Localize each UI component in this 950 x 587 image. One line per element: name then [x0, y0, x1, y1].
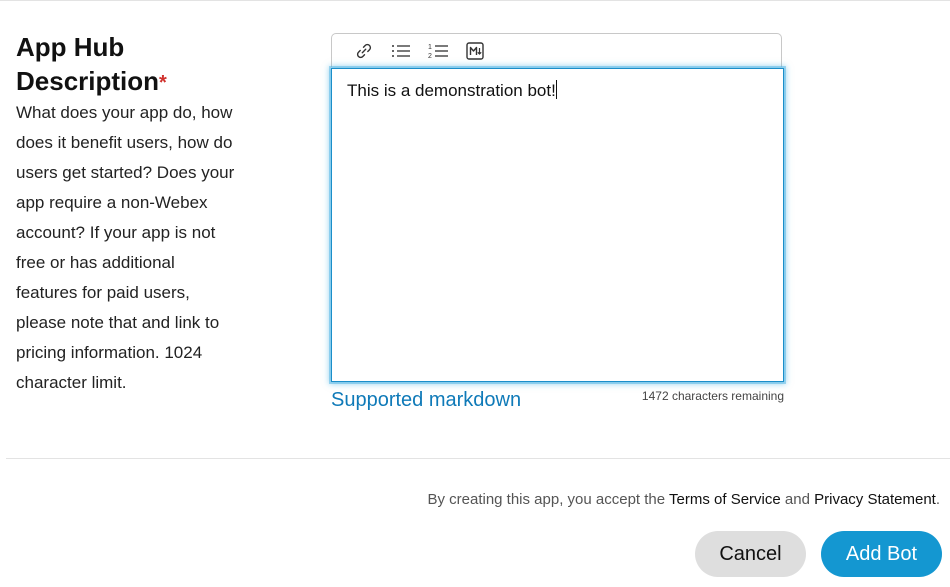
- privacy-statement-link[interactable]: Privacy Statement: [814, 491, 936, 508]
- link-icon[interactable]: [352, 39, 376, 63]
- terms-and: and: [784, 491, 810, 508]
- svg-text:2: 2: [428, 53, 432, 60]
- add-bot-button[interactable]: Add Bot: [821, 531, 942, 577]
- numbered-list-icon[interactable]: 1 2: [426, 39, 450, 63]
- footer-divider: [6, 458, 950, 459]
- terms-of-service-link[interactable]: Terms of Service: [669, 491, 781, 508]
- field-title-line1: App Hub: [16, 32, 125, 62]
- field-label-column: App Hub Description* What does your app …: [16, 30, 248, 398]
- field-title-line2: Description: [16, 66, 160, 96]
- bullet-list-icon[interactable]: [389, 39, 413, 63]
- field-help-text: What does your app do, how does it benef…: [16, 103, 235, 392]
- characters-remaining: 1472 characters remaining: [641, 389, 784, 403]
- markdown-icon[interactable]: [463, 39, 487, 63]
- terms-statement: By creating this app, you accept the Ter…: [427, 491, 940, 508]
- cancel-button[interactable]: Cancel: [695, 531, 806, 577]
- text-caret: [555, 80, 557, 99]
- description-editor: 1 2 This is a demonstration bot!: [331, 33, 784, 383]
- terms-prefix: By creating this app, you accept the: [427, 491, 666, 508]
- supported-markdown-link[interactable]: Supported markdown: [331, 389, 521, 412]
- svg-text:1: 1: [428, 44, 432, 51]
- description-text: This is a demonstration bot!: [347, 81, 556, 100]
- editor-toolbar: 1 2: [331, 33, 782, 67]
- description-textarea[interactable]: This is a demonstration bot!: [331, 68, 784, 382]
- top-divider: [0, 0, 950, 1]
- field-title: App Hub Description*: [16, 30, 248, 98]
- terms-suffix: .: [935, 491, 940, 508]
- required-marker: *: [159, 72, 167, 94]
